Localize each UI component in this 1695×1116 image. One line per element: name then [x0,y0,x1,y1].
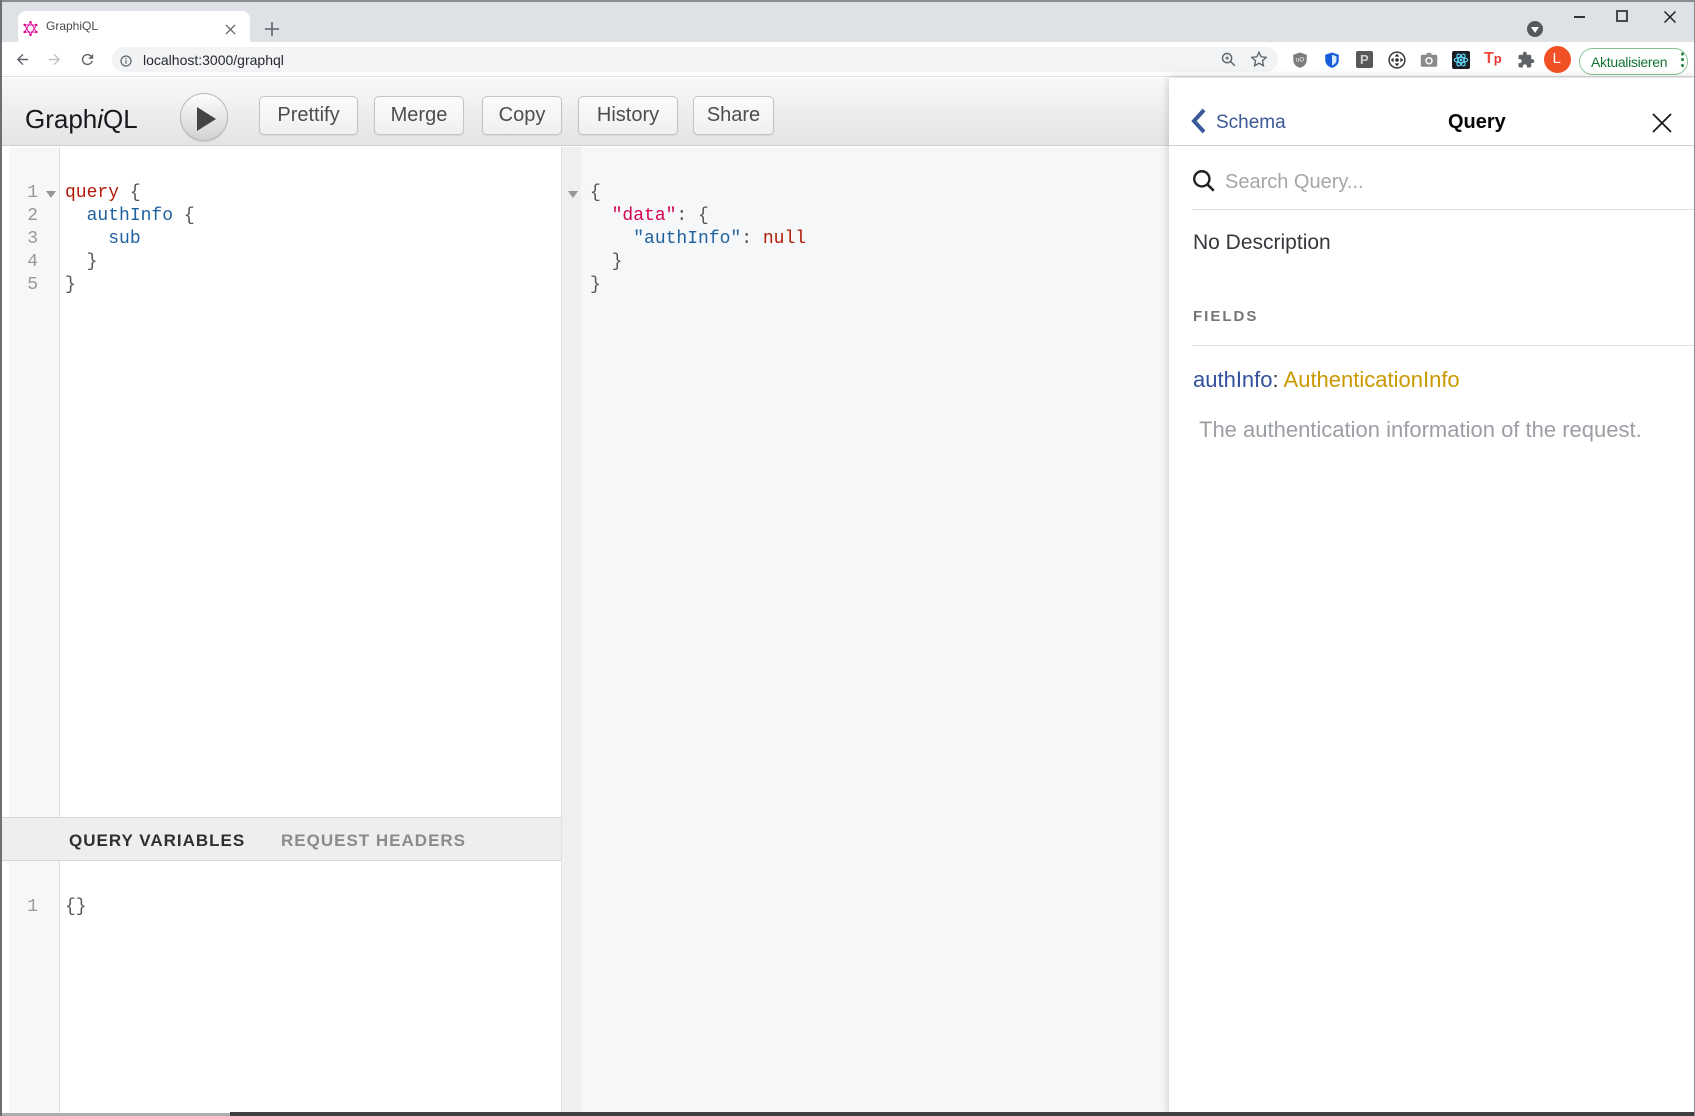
svg-text:uO: uO [1296,58,1304,64]
